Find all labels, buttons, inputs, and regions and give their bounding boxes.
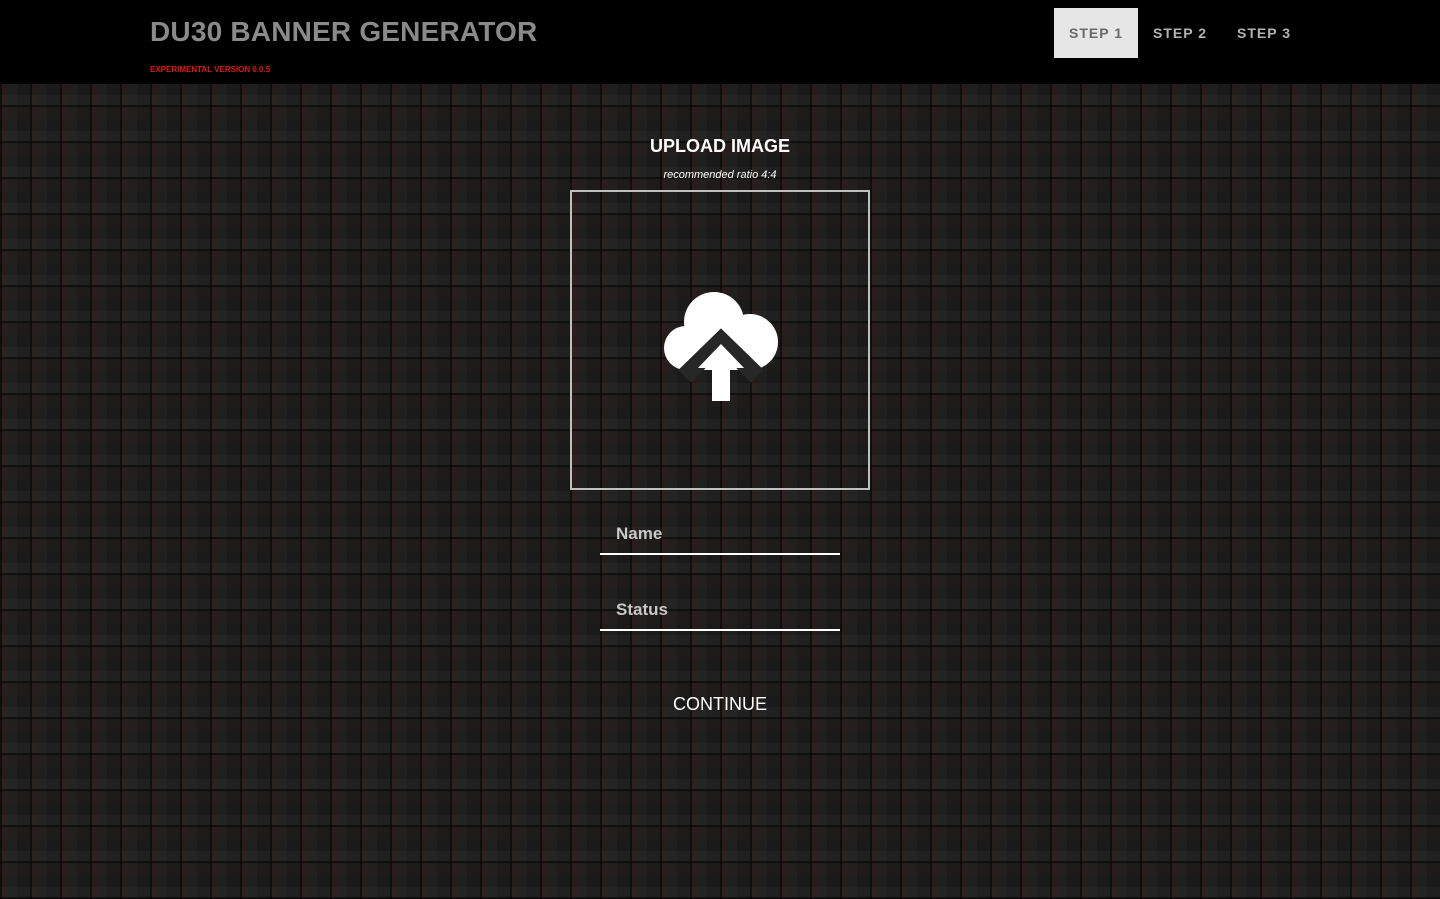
cloud-upload-icon [664, 292, 778, 401]
continue-button[interactable]: CONTINUE [620, 688, 820, 720]
step-nav: STEP 1 STEP 2 STEP 3 [1054, 8, 1306, 58]
app-title: DU30 BANNER GENERATOR [150, 16, 538, 47]
upload-title: UPLOAD IMAGE [649, 136, 790, 156]
upload-ratio-hint: recommended ratio 4:4 [663, 169, 777, 181]
step-3-tab[interactable]: STEP 3 [1222, 8, 1306, 58]
step-2-tab[interactable]: STEP 2 [1138, 8, 1222, 58]
step-1-tab[interactable]: STEP 1 [1054, 8, 1138, 58]
version-label: EXPERIMENTAL VERSION 0.0.5 [150, 65, 271, 74]
name-input[interactable] [600, 515, 840, 555]
image-upload-dropzone[interactable] [570, 190, 870, 490]
status-input[interactable] [600, 591, 840, 631]
main-content: UPLOAD IMAGE recommended ratio 4:4 CONTI… [0, 84, 1440, 899]
top-header: DU30 BANNER GENERATOR EXPERIMENTAL VERSI… [0, 0, 1440, 84]
